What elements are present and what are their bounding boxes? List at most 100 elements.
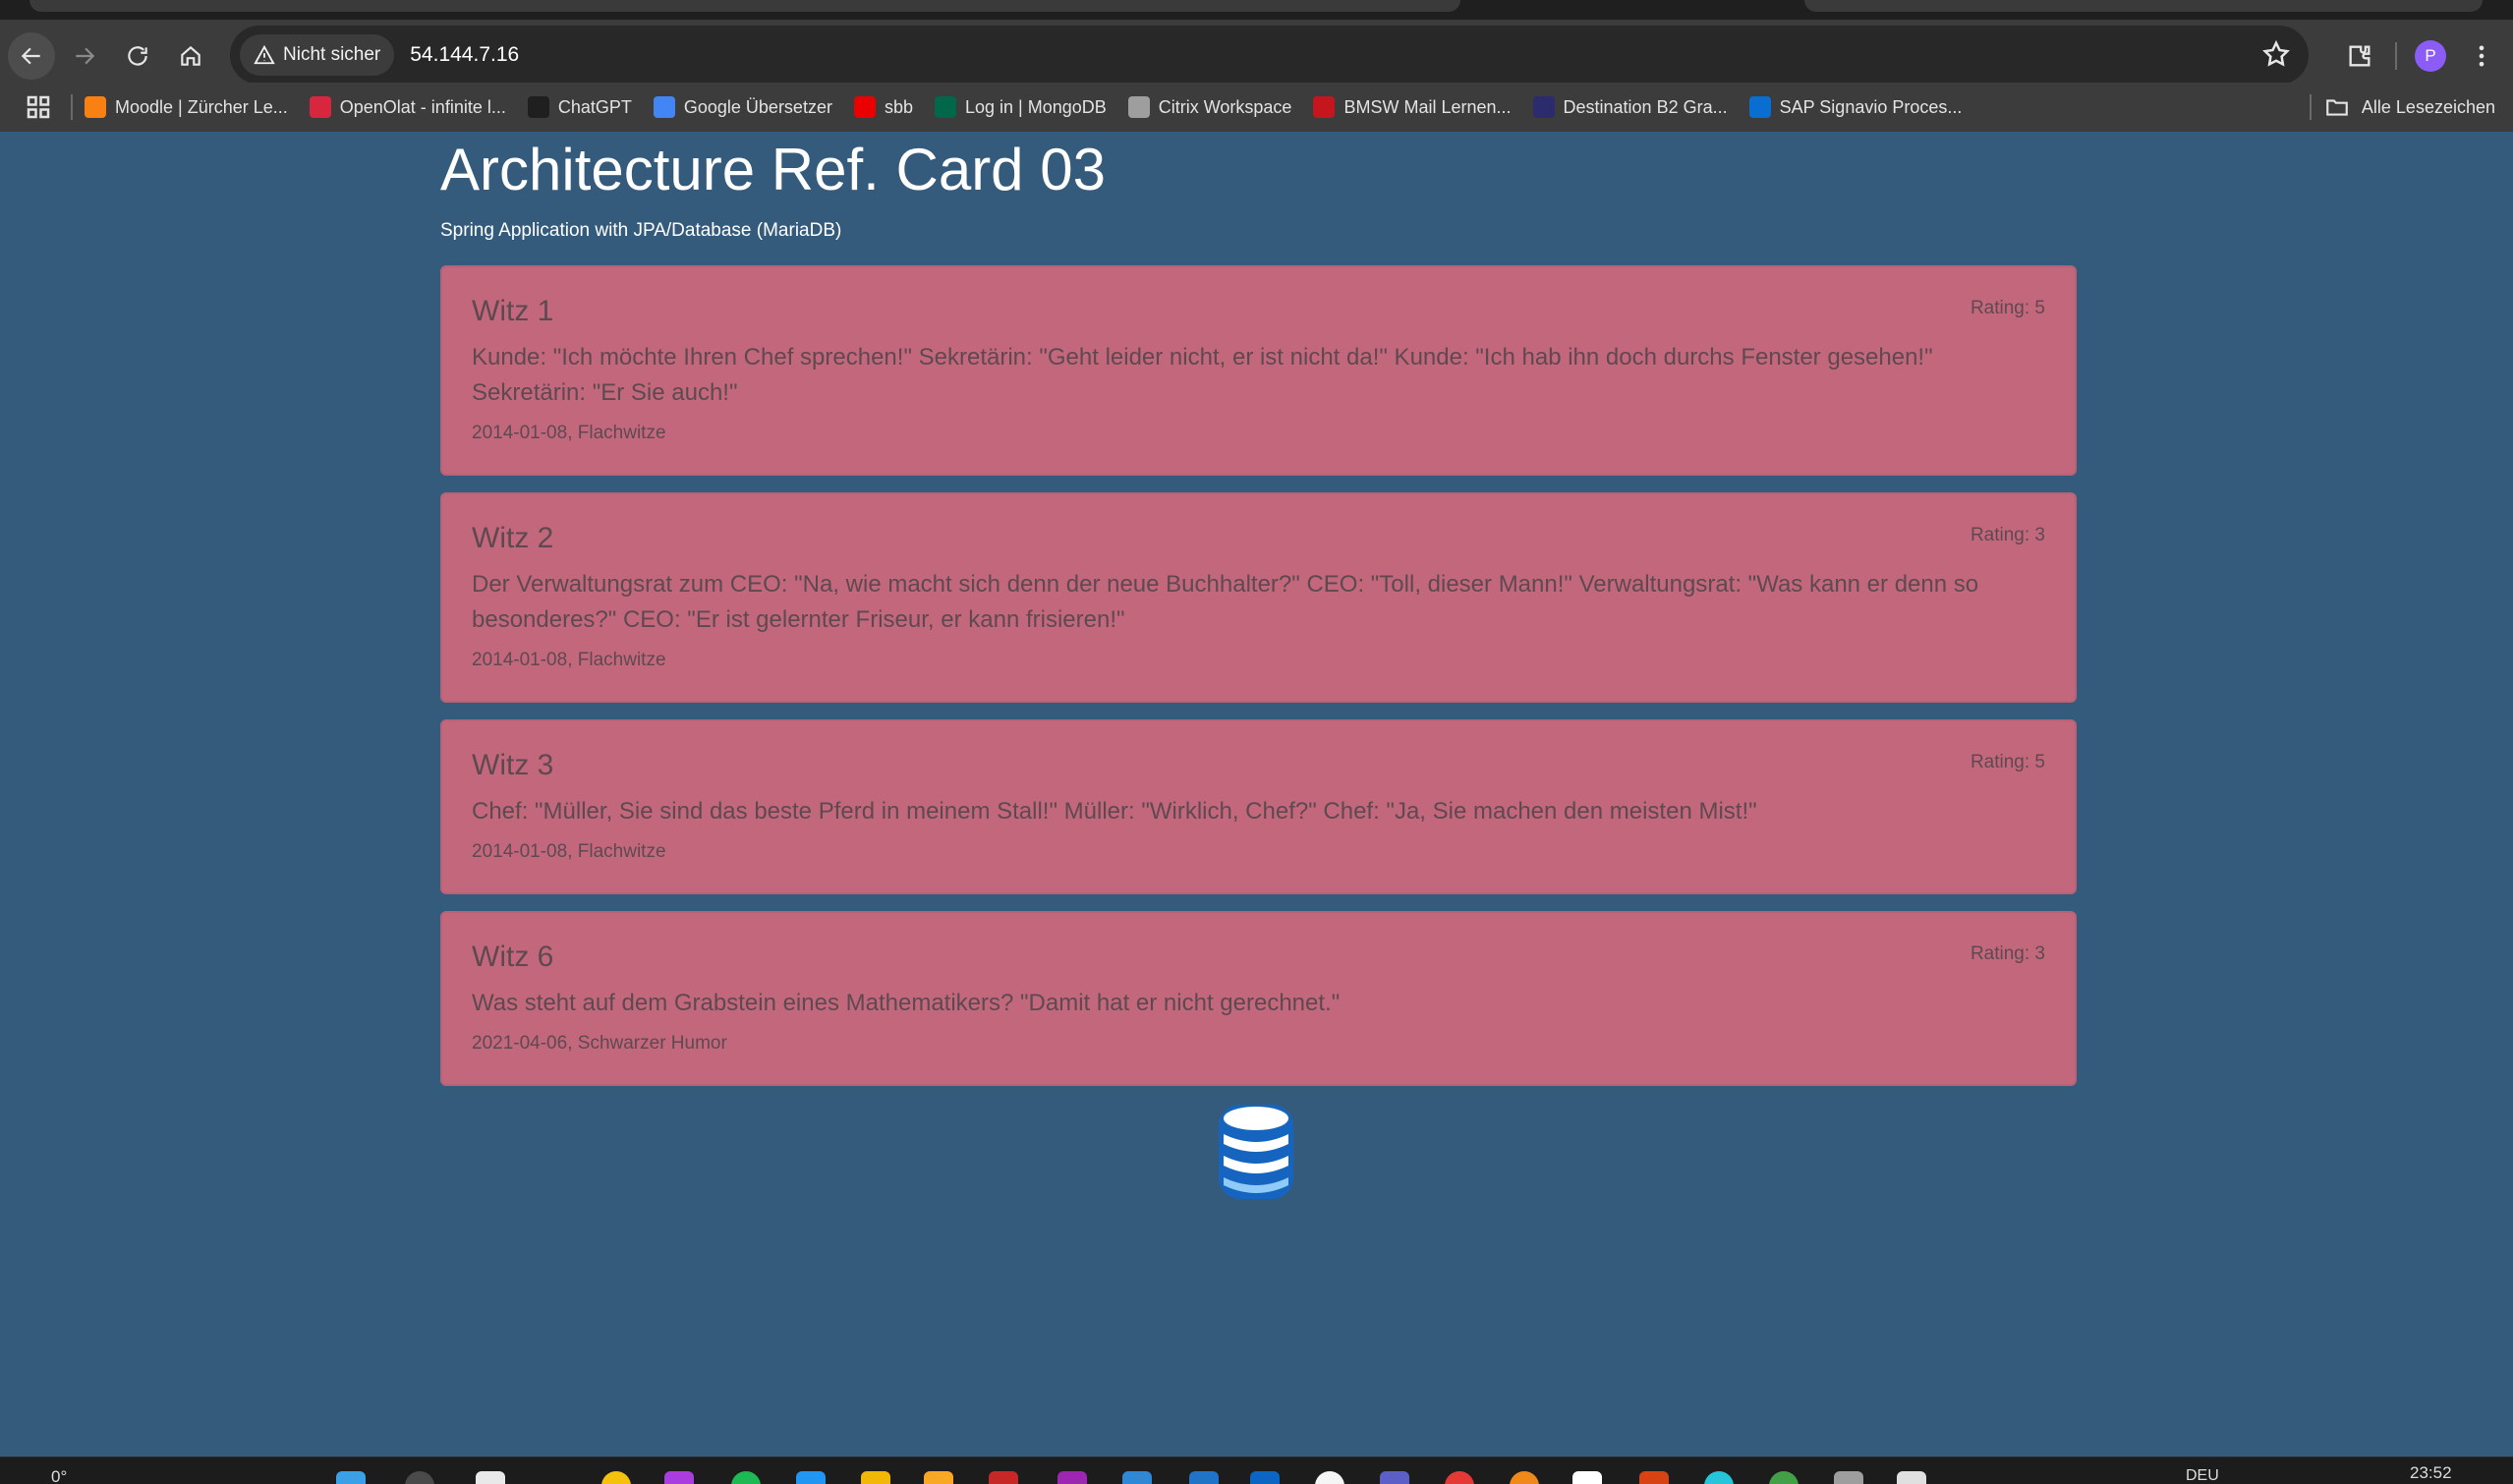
app-icon[interactable] [664,1471,694,1484]
bookmark-label: Citrix Workspace [1158,96,1292,117]
bookmark-item[interactable]: Moodle | Zürcher Le... [85,96,288,118]
favicon-icon [85,96,106,118]
reload-button[interactable] [114,32,161,80]
tab-strip [0,0,2513,20]
clock-time[interactable]: 23:52 [2410,1463,2452,1483]
joke-card: Witz 6 Rating: 3 Was steht auf dem Grabste… [440,911,2077,1086]
joke-meta: 2021-04-06, Schwarzer Humor [472,1033,727,1054]
joke-card: Witz 2 Rating: 3 Der Verwaltungsrat zum CE… [440,492,2077,703]
chrome-icon[interactable] [1445,1471,1474,1484]
security-label: Nicht sicher [283,44,381,65]
bookmark-item[interactable]: sbb [853,96,913,118]
app-icon[interactable] [1834,1471,1863,1484]
favicon-icon [1313,96,1336,118]
bookmark-item[interactable]: Citrix Workspace [1127,96,1292,118]
bookmark-label: Moodle | Zürcher Le... [115,96,288,117]
arrow-left-icon [21,47,40,65]
bookmarks-divider [71,94,73,120]
bookmark-label: Google Übersetzer [683,96,832,117]
joke-rating: Rating: 5 [1970,298,2045,318]
os-taskbar: 0° DEU 23:52 [0,1456,2513,1484]
start-icon[interactable] [336,1471,366,1484]
tab-inactive[interactable] [29,0,1460,12]
app-icon[interactable] [796,1471,826,1484]
toolbar-divider [2395,42,2397,70]
joke-meta: 2014-01-08, Flachwitze [472,650,666,670]
bookmark-label: Log in | MongoDB [964,96,1107,117]
home-button[interactable] [167,32,214,80]
app-icon[interactable] [1704,1471,1734,1484]
weather-text: 0° [51,1467,68,1484]
bookmark-label: Destination B2 Gra... [1563,96,1728,117]
bookmark-item[interactable]: OpenOlat - infinite l... [309,96,506,118]
bookmark-item[interactable]: Destination B2 Gra... [1532,96,1728,118]
favicon-icon [1127,96,1150,118]
bookmark-item[interactable]: Log in | MongoDB [934,96,1107,118]
bookmarks-divider [2310,94,2312,120]
search-icon[interactable] [405,1471,434,1484]
bookmark-item[interactable]: SAP Signavio Proces... [1748,96,1962,118]
arrow-right-icon [76,47,95,65]
toolbar-right: P [2328,20,2513,92]
puzzle-icon [2349,45,2370,67]
reload-icon [128,46,147,66]
app-icon[interactable] [1057,1471,1087,1484]
app-icon[interactable] [1510,1471,1539,1484]
app-icon[interactable] [1250,1471,1280,1484]
joke-date: 2014-01-08 [472,650,568,670]
back-button[interactable] [8,32,55,80]
joke-category: Flachwitze [577,650,666,670]
favicon-icon [309,96,331,118]
joke-date: 2014-01-08 [472,423,568,443]
bookmark-label: OpenOlat - infinite l... [339,96,506,117]
address-bar[interactable]: Nicht sicher 54.144.7.16 [230,26,2309,85]
warning-icon [254,44,275,65]
joke-text: Der Verwaltungsrat zum CEO: "Na, wie mac… [472,571,1979,633]
joke-date: 2021-04-06 [472,1033,568,1054]
browser-toolbar: Nicht sicher 54.144.7.16 P [0,20,2513,92]
joke-meta: 2014-01-08, Flachwitze [472,841,666,862]
taskview-icon[interactable] [476,1471,505,1484]
vscode-icon[interactable] [1189,1471,1219,1484]
menu-button[interactable] [2460,34,2503,78]
database-icon [1219,1105,1293,1199]
bookmark-item[interactable]: ChatGPT [527,96,632,118]
bookmark-item[interactable]: BMSW Mail Lernen... [1313,96,1512,118]
language-indicator[interactable]: DEU [2186,1467,2219,1484]
tab-inactive[interactable] [1804,0,2483,12]
spotify-icon[interactable] [731,1471,761,1484]
app-icon[interactable] [1315,1471,1344,1484]
bookmark-star-icon[interactable] [2261,39,2291,69]
kebab-menu-icon [2479,45,2484,67]
app-icon[interactable] [989,1471,1018,1484]
app-icon[interactable] [1572,1471,1602,1484]
favicon-icon [653,96,675,118]
file-explorer-icon[interactable] [924,1471,953,1484]
app-icon[interactable] [861,1471,890,1484]
all-bookmarks-button[interactable]: Alle Lesezeichen [2324,83,2495,132]
security-chip[interactable]: Nicht sicher [240,34,395,76]
joke-meta: 2014-01-08, Flachwitze [472,423,666,443]
forward-button[interactable] [61,32,108,80]
joke-rating: Rating: 3 [1970,525,2045,545]
app-icon[interactable] [1897,1471,1926,1484]
joke-text: Was steht auf dem Grabstein eines Mathem… [472,990,1341,1016]
bookmark-item[interactable]: Google Übersetzer [653,96,832,118]
app-icon[interactable] [1769,1471,1799,1484]
profile-avatar[interactable]: P [2415,40,2446,72]
url-text[interactable]: 54.144.7.16 [410,43,519,67]
joke-title: Witz 2 [472,522,554,554]
extensions-button[interactable] [2338,34,2381,78]
bookmark-label: BMSW Mail Lernen... [1343,96,1512,117]
app-icon[interactable] [1639,1471,1669,1484]
joke-date: 2014-01-08 [472,841,568,862]
page-subtitle: Spring Application with JPA/Database (Ma… [440,220,842,241]
joke-category: Schwarzer Humor [577,1033,727,1054]
apps-grid-icon[interactable] [24,92,53,122]
teams-icon[interactable] [1380,1471,1409,1484]
app-icon[interactable] [1122,1471,1152,1484]
app-icon[interactable] [601,1471,631,1484]
folder-icon [2326,99,2348,116]
bookmark-label: sbb [884,96,913,117]
joke-rating: Rating: 3 [1970,943,2045,964]
